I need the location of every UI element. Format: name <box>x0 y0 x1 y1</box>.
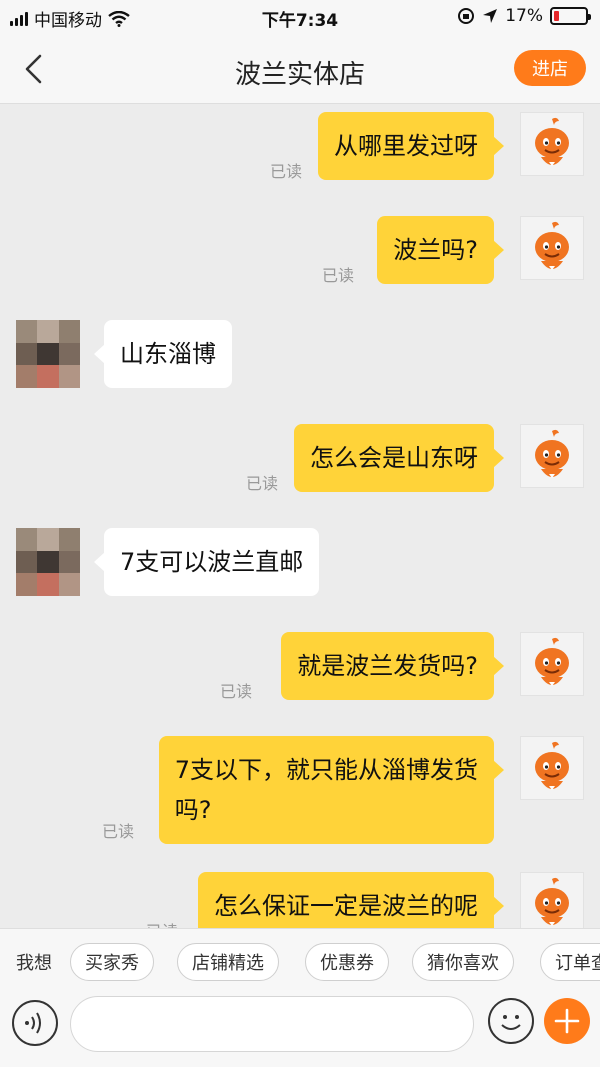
read-receipt: 已读 <box>146 918 178 928</box>
chip-order-query[interactable]: 订单查询 <box>540 943 600 981</box>
my-avatar[interactable] <box>520 736 584 800</box>
battery-icon <box>550 7 591 25</box>
rotation-lock-icon <box>458 8 475 24</box>
status-right: 17% <box>457 6 591 26</box>
read-receipt: 已读 <box>219 682 252 701</box>
status-bar: 中国移动 下午7:34 17% <box>0 0 600 34</box>
battery-percent: 17% <box>505 6 543 26</box>
my-avatar[interactable] <box>520 872 584 928</box>
voice-icon <box>25 1012 41 1034</box>
input-bar <box>0 994 600 1067</box>
page-title: 波兰实体店 <box>234 60 365 90</box>
my-avatar[interactable] <box>520 424 584 488</box>
smiley-icon <box>501 1015 521 1030</box>
mascot-icon <box>535 429 569 478</box>
my-avatar[interactable] <box>520 112 584 176</box>
read-receipt: 已读 <box>269 162 302 181</box>
message-bubble-incoming[interactable]: 山东淄博 <box>94 320 232 388</box>
read-receipt: 已读 <box>321 266 354 285</box>
seller-avatar[interactable] <box>16 528 80 596</box>
mascot-icon <box>535 117 569 166</box>
emoji-button[interactable] <box>488 998 534 1044</box>
location-icon <box>483 9 498 23</box>
chip-coupons[interactable]: 优惠券 <box>305 943 389 981</box>
quick-reply-label: 我想 <box>16 953 52 974</box>
chip-buyer-show[interactable]: 买家秀 <box>70 943 154 981</box>
seller-avatar[interactable] <box>16 320 80 388</box>
mascot-icon <box>535 637 569 686</box>
message-bubble-outgoing[interactable]: 就是波兰发货吗? <box>281 632 504 700</box>
message-input[interactable] <box>70 996 474 1052</box>
more-button[interactable] <box>544 998 590 1044</box>
chip-you-may-like[interactable]: 猜你喜欢 <box>412 943 514 981</box>
quick-reply-bar: 我想 买家秀 店铺精选 优惠券 猜你喜欢 订单查询 <box>0 928 600 994</box>
mascot-icon <box>535 741 569 790</box>
message-bubble-outgoing[interactable]: 从哪里发过呀 <box>318 112 504 180</box>
mascot-icon <box>535 221 569 270</box>
message-bubble-outgoing[interactable]: 7支以下，就只能从淄博发货 吗? <box>158 736 505 844</box>
chat-area: 已读 从哪里发过呀 已读 波兰吗? 山东淄博 已读 怎么会是山东呀 7支可以波兰… <box>0 104 600 928</box>
message-bubble-outgoing[interactable]: 波兰吗? <box>377 216 504 284</box>
message-bubble-outgoing[interactable]: 怎么保证一定是波兰的呢 <box>198 872 504 928</box>
read-receipt: 已读 <box>245 474 278 493</box>
my-avatar[interactable] <box>520 632 584 696</box>
mascot-icon <box>535 877 569 926</box>
read-receipt: 已读 <box>101 822 134 841</box>
voice-button[interactable] <box>12 1000 58 1046</box>
enter-shop-button[interactable]: 进店 <box>514 50 586 86</box>
message-bubble-outgoing[interactable]: 怎么会是山东呀 <box>294 424 504 492</box>
chip-store-picks[interactable]: 店铺精选 <box>177 943 279 981</box>
plus-icon <box>554 1008 580 1034</box>
message-bubble-incoming[interactable]: 7支可以波兰直邮 <box>93 528 320 596</box>
my-avatar[interactable] <box>520 216 584 280</box>
nav-bar: 波兰实体店 进店 <box>0 34 600 104</box>
